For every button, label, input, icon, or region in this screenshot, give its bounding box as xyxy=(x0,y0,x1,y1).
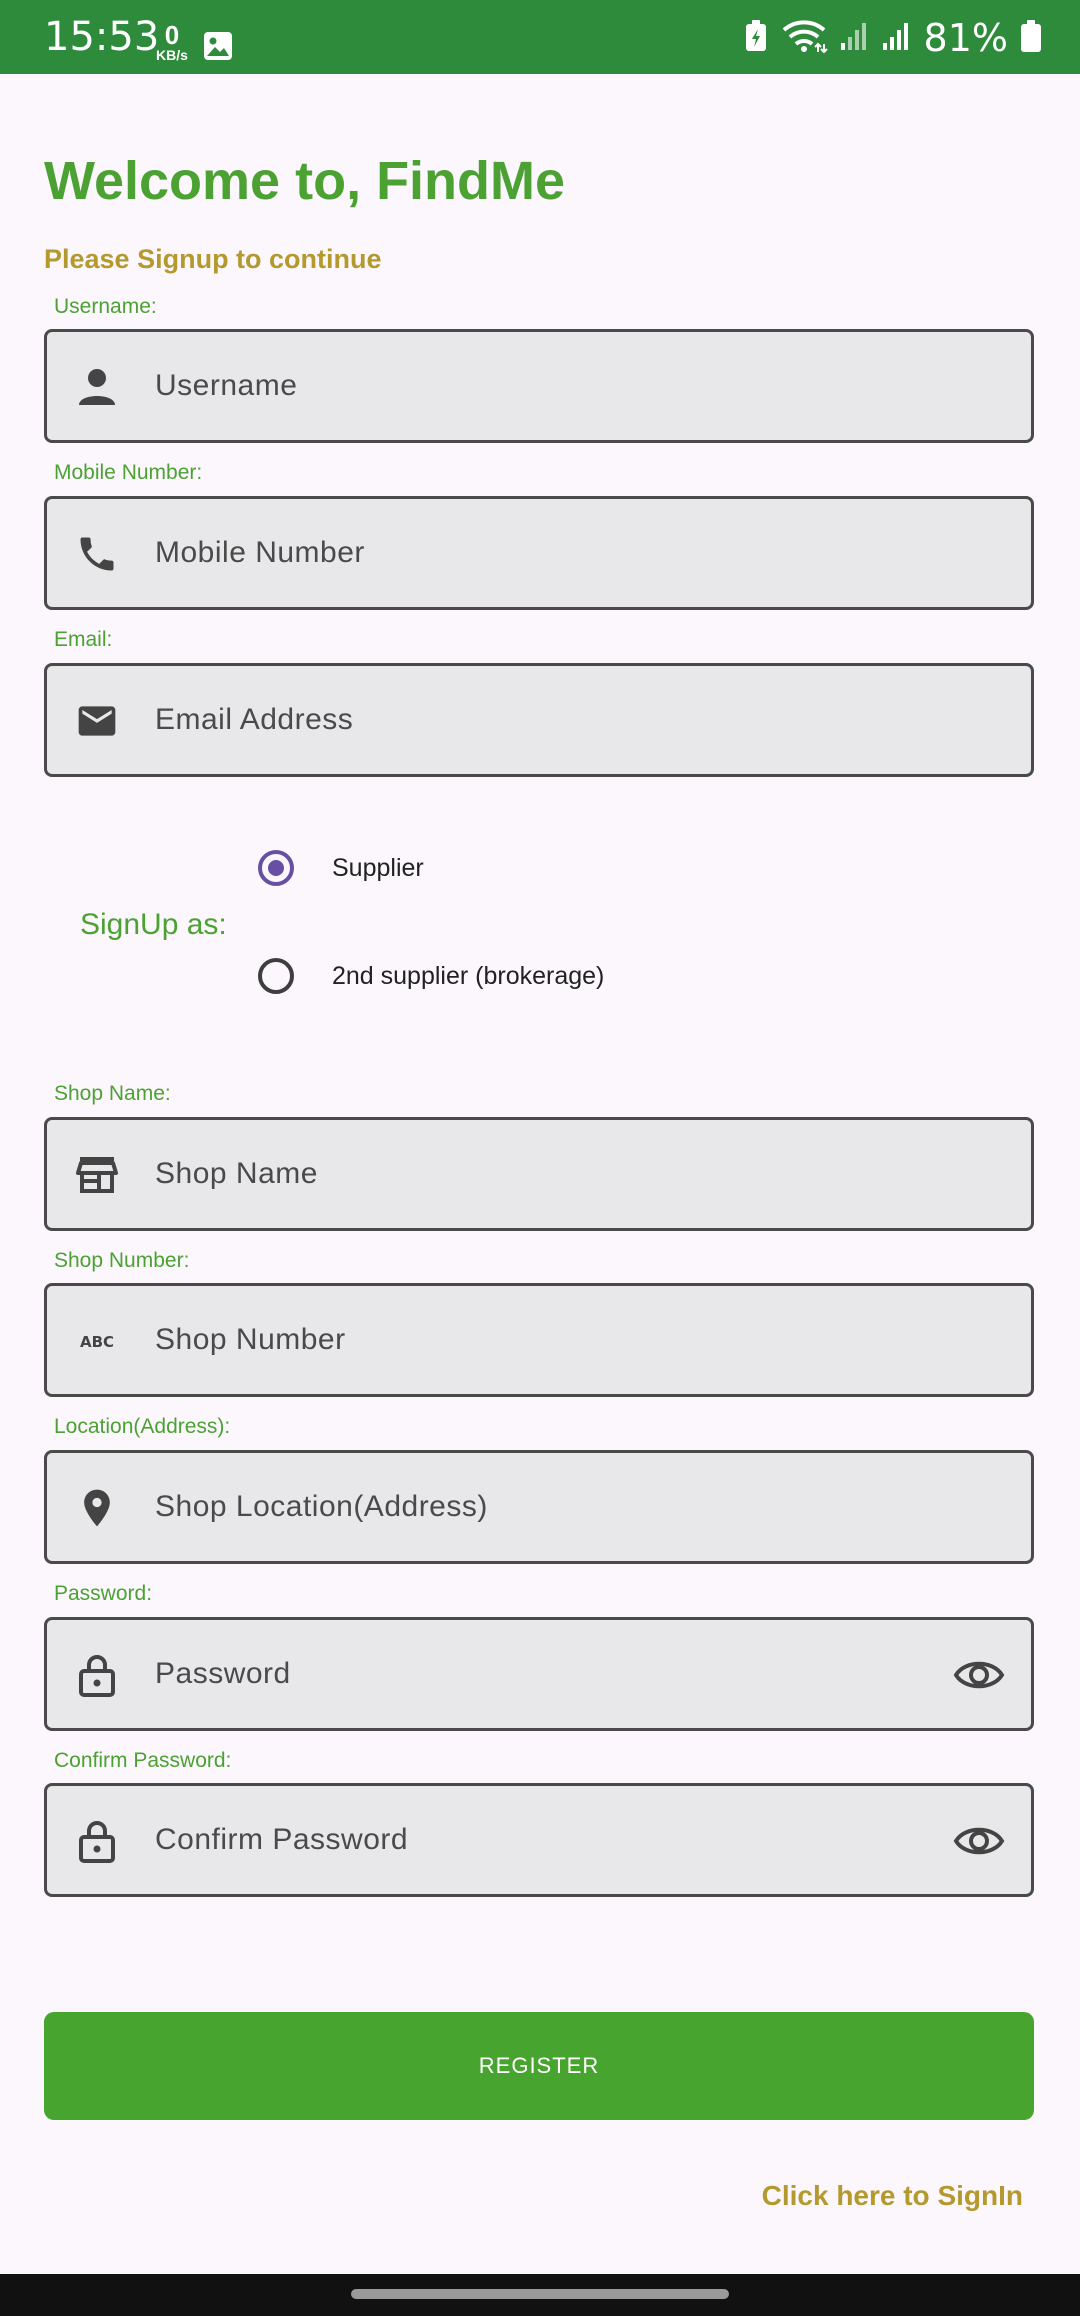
network-speed-value: 0 xyxy=(164,20,180,50)
page-title: Welcome to, FindMe xyxy=(44,151,566,211)
lock-icon xyxy=(75,1653,119,1697)
radio-button[interactable] xyxy=(258,850,294,886)
signup-as-label: SignUp as: xyxy=(80,908,227,941)
home-handle[interactable] xyxy=(351,2289,729,2299)
location-input[interactable] xyxy=(155,1453,955,1561)
shop-name-label: Shop Name: xyxy=(54,1082,171,1105)
wifi-icon xyxy=(780,18,828,59)
radio-button[interactable] xyxy=(258,958,294,994)
network-speed: 0 KB/s xyxy=(150,22,194,62)
eye-icon[interactable] xyxy=(953,1653,1005,1697)
eye-icon[interactable] xyxy=(953,1819,1005,1863)
email-input[interactable] xyxy=(155,666,955,774)
status-time: 15:53 xyxy=(44,14,160,60)
shop-name-field[interactable] xyxy=(44,1117,1034,1231)
radio-option-supplier[interactable]: Supplier xyxy=(258,845,424,891)
shop-number-input[interactable] xyxy=(155,1286,955,1394)
username-input[interactable] xyxy=(155,332,955,440)
confirm-password-input[interactable] xyxy=(155,1786,915,1894)
radio-option-brokerage[interactable]: 2nd supplier (brokerage) xyxy=(258,953,604,999)
password-label: Password: xyxy=(54,1582,153,1605)
abc-icon: ABC xyxy=(75,1319,119,1363)
status-bar: 15:53 0 KB/s 81% xyxy=(0,0,1080,74)
confirm-password-field[interactable] xyxy=(44,1783,1034,1897)
battery-icon xyxy=(1020,19,1042,58)
signin-link[interactable]: Click here to SignIn xyxy=(762,2180,1023,2212)
battery-percent: 81% xyxy=(923,16,1008,60)
store-icon xyxy=(75,1153,119,1197)
radio-label: Supplier xyxy=(332,853,424,882)
email-field[interactable] xyxy=(44,663,1034,777)
image-icon xyxy=(202,30,234,67)
shop-name-input[interactable] xyxy=(155,1120,955,1228)
location-field[interactable] xyxy=(44,1450,1034,1564)
mobile-label: Mobile Number: xyxy=(54,461,203,484)
radio-label: 2nd supplier (brokerage) xyxy=(332,961,605,990)
confirm-password-label: Confirm Password: xyxy=(54,1749,232,1772)
navigation-bar xyxy=(0,2274,1080,2316)
email-label: Email: xyxy=(54,628,113,651)
phone-icon xyxy=(75,532,119,576)
network-speed-unit: KB/s xyxy=(156,47,188,63)
svg-text:ABC: ABC xyxy=(80,1333,114,1351)
signal-icon xyxy=(840,21,870,56)
shop-number-label: Shop Number: xyxy=(54,1249,190,1272)
location-label: Location(Address): xyxy=(54,1415,231,1438)
password-input[interactable] xyxy=(155,1620,915,1728)
register-button[interactable]: REGISTER xyxy=(44,2012,1034,2120)
signal-icon xyxy=(882,21,912,56)
page-subtitle: Please Signup to continue xyxy=(44,244,382,274)
username-field[interactable] xyxy=(44,329,1034,443)
shop-number-field[interactable]: ABC xyxy=(44,1283,1034,1397)
username-label: Username: xyxy=(54,295,157,318)
location-pin-icon xyxy=(75,1486,119,1530)
mobile-field[interactable] xyxy=(44,496,1034,610)
mail-icon xyxy=(75,699,119,743)
battery-saver-icon xyxy=(744,19,768,58)
mobile-input[interactable] xyxy=(155,499,955,607)
person-icon xyxy=(75,365,119,409)
lock-icon xyxy=(75,1819,119,1863)
password-field[interactable] xyxy=(44,1617,1034,1731)
